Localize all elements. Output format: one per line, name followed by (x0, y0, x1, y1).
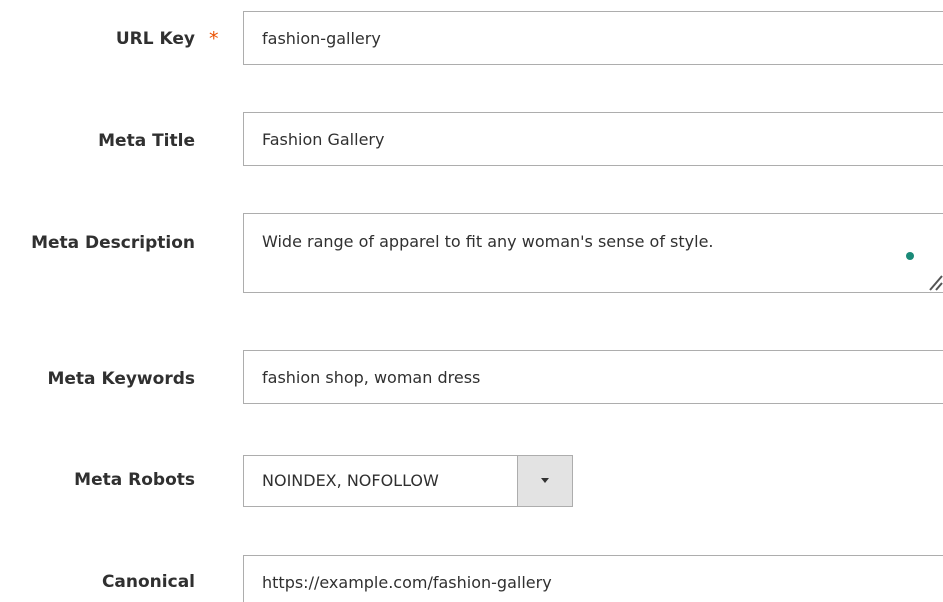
meta-title-label: Meta Title (98, 131, 195, 151)
url-key-input[interactable] (243, 11, 943, 65)
url-key-label: URL Key (115, 29, 195, 49)
meta-description-textarea[interactable]: Wide range of apparel to fit any woman's… (243, 213, 943, 293)
status-dot-icon (906, 252, 914, 260)
canonical-label: Canonical (101, 572, 195, 592)
dropdown-toggle[interactable] (517, 456, 572, 506)
meta-robots-select[interactable]: NOINDEX, NOFOLLOW (243, 455, 573, 507)
canonical-input[interactable] (243, 555, 943, 602)
meta-keywords-label: Meta Keywords (47, 369, 195, 389)
meta-keywords-input[interactable] (243, 350, 943, 404)
required-asterisk: * (209, 28, 219, 50)
resize-handle-icon[interactable] (926, 268, 943, 292)
meta-description-label: Meta Description (31, 233, 195, 253)
meta-robots-selected-value: NOINDEX, NOFOLLOW (262, 471, 439, 490)
meta-robots-label: Meta Robots (74, 470, 195, 490)
seo-form: URL Key * Meta Title Meta Description Wi… (0, 0, 943, 602)
triangle-down-icon (541, 478, 549, 483)
meta-title-input[interactable] (243, 112, 943, 166)
